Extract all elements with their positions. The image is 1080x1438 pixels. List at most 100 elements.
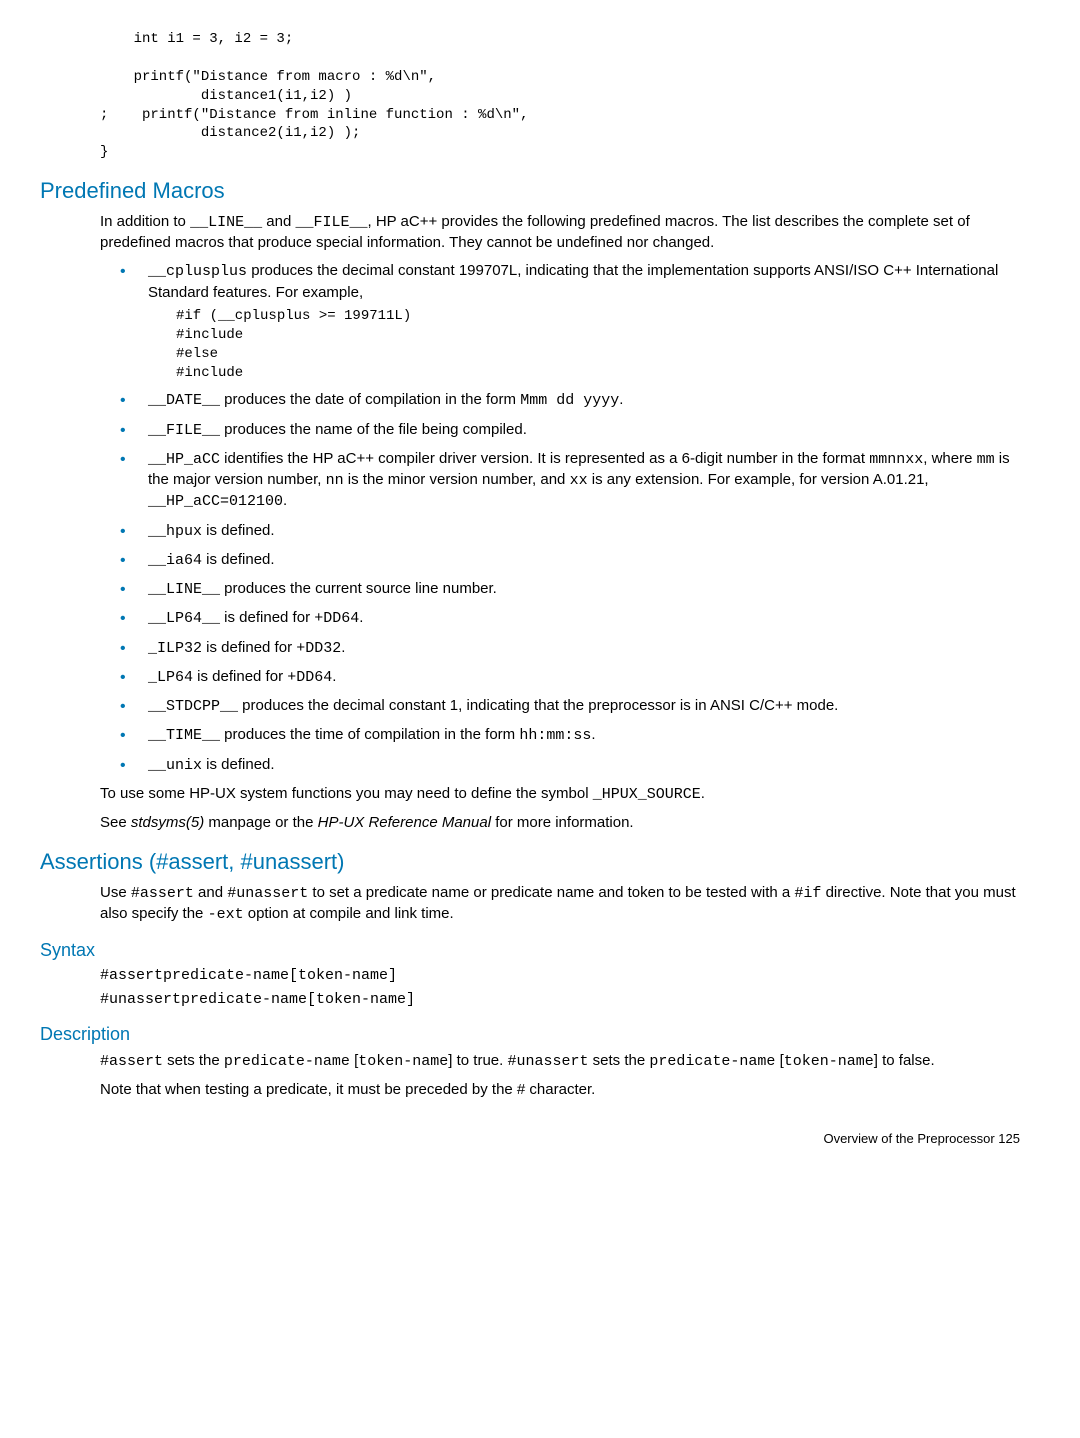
text: .: [701, 785, 705, 802]
macro-name: __DATE__: [148, 392, 220, 409]
em: HP-UX Reference Manual: [318, 814, 491, 831]
mono: Mmm dd yyyy: [520, 392, 619, 409]
macro-name: __ia64: [148, 552, 202, 569]
page-footer: Overview of the Preprocessor 125: [40, 1130, 1020, 1148]
text: for more information.: [491, 814, 634, 831]
code-block: int i1 = 3, i2 = 3; printf("Distance fro…: [100, 30, 1020, 162]
list-item: __ia64 is defined.: [120, 550, 1020, 571]
mono: -ext: [208, 906, 244, 923]
predef-see: See stdsyms(5) manpage or the HP-UX Refe…: [100, 813, 1020, 833]
list-item: _ILP32 is defined for +DD32.: [120, 638, 1020, 659]
list-item: __cplusplus produces the decimal constan…: [120, 261, 1020, 382]
predef-after: To use some HP-UX system functions you m…: [100, 784, 1020, 805]
text: and: [194, 884, 227, 901]
heading-syntax: Syntax: [40, 938, 1020, 962]
text: produces the decimal constant 1, indicat…: [238, 697, 838, 714]
example-code: #if (__cplusplus >= 199711L) #include #e…: [176, 307, 1020, 383]
list-item: __LP64__ is defined for +DD64.: [120, 608, 1020, 629]
list-item: __DATE__ produces the date of compilatio…: [120, 390, 1020, 411]
text: In addition to: [100, 213, 190, 230]
mono: predicate-name: [224, 1053, 350, 1070]
syntax-line: #unassertpredicate-name[token-name]: [100, 990, 1020, 1010]
em: stdsyms(5): [131, 814, 204, 831]
mono: token-name: [784, 1053, 874, 1070]
list-item: __TIME__ produces the time of compilatio…: [120, 725, 1020, 746]
text: .: [332, 668, 336, 685]
description-note: Note that when testing a predicate, it m…: [100, 1080, 1020, 1100]
list-item: _LP64 is defined for +DD64.: [120, 667, 1020, 688]
text: produces the current source line number.: [220, 580, 497, 597]
text: is defined.: [202, 522, 275, 539]
list-item: __hpux is defined.: [120, 521, 1020, 542]
file-macro: __FILE__: [295, 214, 367, 231]
heading-predefined-macros: Predefined Macros: [40, 176, 1020, 206]
macro-name: __HP_aCC: [148, 451, 220, 468]
mono: #if: [794, 885, 821, 902]
text: is any extension. For example, for versi…: [588, 471, 929, 488]
text: .: [619, 391, 623, 408]
text: is defined for: [220, 609, 314, 626]
description-text: #assert sets the predicate-name [token-n…: [100, 1051, 1020, 1072]
text: .: [341, 639, 345, 656]
macro-name: _ILP32: [148, 640, 202, 657]
text: Use: [100, 884, 131, 901]
mono: #assert: [100, 1053, 163, 1070]
text: produces the decimal constant 199707L, i…: [148, 262, 998, 300]
mono: mm: [977, 451, 995, 468]
mono: +DD64: [314, 610, 359, 627]
list-item: __LINE__ produces the current source lin…: [120, 579, 1020, 600]
macro-name: __cplusplus: [148, 263, 247, 280]
mono: mmnnxx: [869, 451, 923, 468]
mono: token-name: [358, 1053, 448, 1070]
list-item: __STDCPP__ produces the decimal constant…: [120, 696, 1020, 717]
text: is the minor version number, and: [344, 471, 570, 488]
text: [: [350, 1052, 358, 1069]
mono: __HP_aCC=012100: [148, 493, 283, 510]
syntax-line: #assertpredicate-name[token-name]: [100, 966, 1020, 986]
heading-description: Description: [40, 1022, 1020, 1046]
mono: +DD32: [296, 640, 341, 657]
text: sets the: [163, 1052, 224, 1069]
text: option at compile and link time.: [244, 905, 454, 922]
text: [: [775, 1052, 783, 1069]
mono: _HPUX_SOURCE: [593, 786, 701, 803]
mono: #assert: [131, 885, 194, 902]
text: produces the time of compilation in the …: [220, 726, 519, 743]
mono: xx: [570, 472, 588, 489]
heading-assertions: Assertions (#assert, #unassert): [40, 847, 1020, 877]
list-item: __unix is defined.: [120, 755, 1020, 776]
mono: +DD64: [287, 669, 332, 686]
predef-intro: In addition to __LINE__ and __FILE__, HP…: [100, 212, 1020, 254]
text: See: [100, 814, 131, 831]
mono: #unassert: [507, 1053, 588, 1070]
text: identifies the HP aC++ compiler driver v…: [220, 450, 869, 467]
macro-name: __hpux: [148, 523, 202, 540]
line-macro: __LINE__: [190, 214, 262, 231]
list-item: __HP_aCC identifies the HP aC++ compiler…: [120, 449, 1020, 513]
text: sets the: [589, 1052, 650, 1069]
mono: predicate-name: [649, 1053, 775, 1070]
text: .: [359, 609, 363, 626]
macro-name: __unix: [148, 757, 202, 774]
predefined-macros-list: __cplusplus produces the decimal constan…: [120, 261, 1020, 776]
macro-name: __STDCPP__: [148, 698, 238, 715]
text: produces the name of the file being comp…: [220, 421, 527, 438]
text: and: [262, 213, 295, 230]
list-item: __FILE__ produces the name of the file b…: [120, 420, 1020, 441]
macro-name: __LP64__: [148, 610, 220, 627]
text: is defined.: [202, 551, 275, 568]
text: To use some HP-UX system functions you m…: [100, 785, 593, 802]
text: is defined.: [202, 756, 275, 773]
text: is defined for: [202, 639, 296, 656]
mono: hh:mm:ss: [519, 727, 591, 744]
text: .: [283, 492, 287, 509]
macro-name: __FILE__: [148, 422, 220, 439]
text: .: [591, 726, 595, 743]
text: is defined for: [193, 668, 287, 685]
macro-name: __TIME__: [148, 727, 220, 744]
mono: #unassert: [227, 885, 308, 902]
text: to set a predicate name or predicate nam…: [308, 884, 794, 901]
macro-name: _LP64: [148, 669, 193, 686]
text: manpage or the: [204, 814, 317, 831]
assert-intro: Use #assert and #unassert to set a predi…: [100, 883, 1020, 926]
